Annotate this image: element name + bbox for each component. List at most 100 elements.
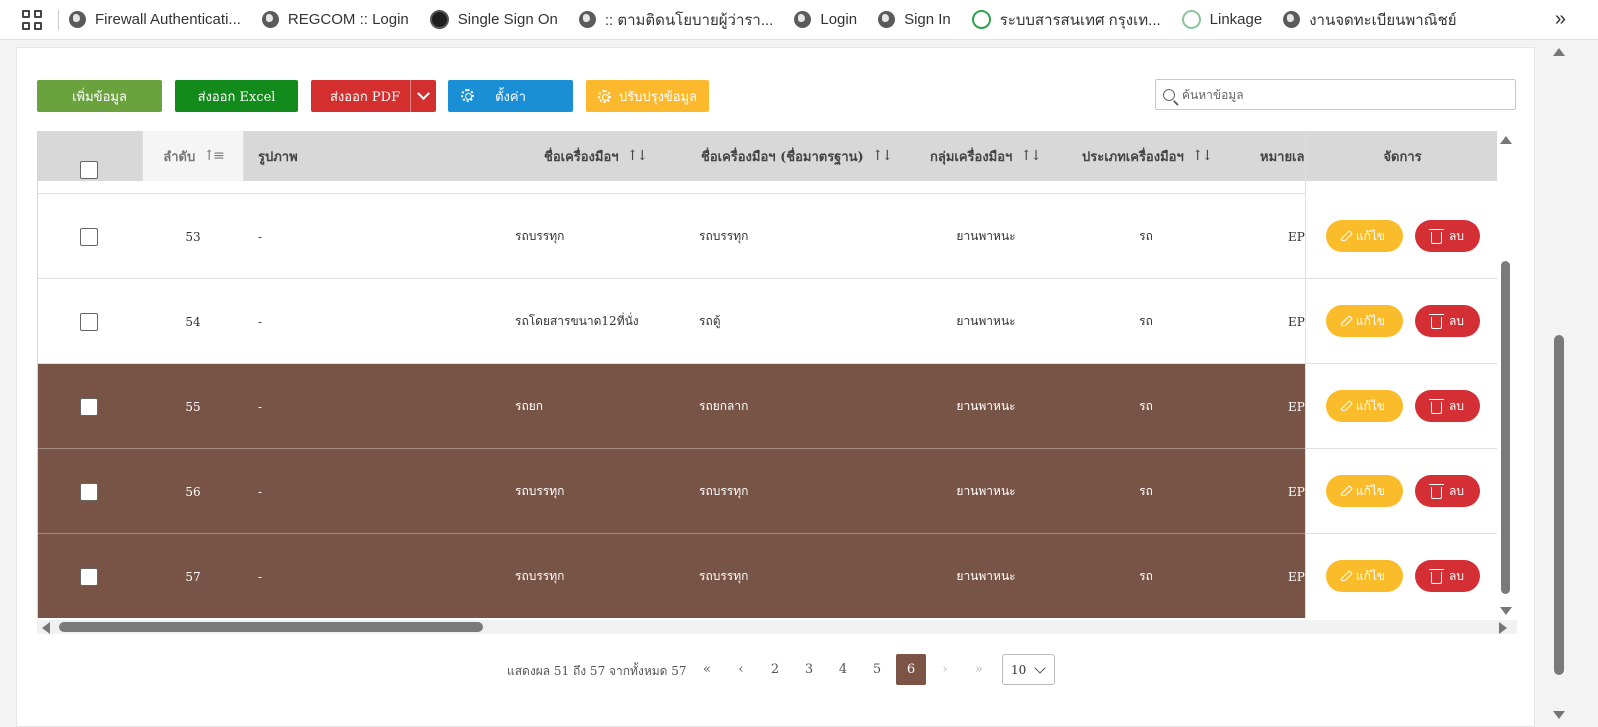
export-excel-button[interactable]: ส่งออก Excel bbox=[175, 80, 298, 112]
scroll-up-icon[interactable] bbox=[1500, 136, 1512, 144]
search-box[interactable] bbox=[1155, 79, 1516, 110]
globe-icon bbox=[794, 11, 812, 28]
edit-button[interactable]: แก้ไข bbox=[1326, 305, 1403, 337]
row-checkbox[interactable] bbox=[80, 194, 98, 279]
bookmark-linkage[interactable]: Linkage bbox=[1181, 10, 1262, 29]
page-button-active[interactable]: 6 bbox=[896, 654, 926, 685]
edit-button[interactable]: แก้ไข bbox=[1326, 390, 1403, 422]
chevron-down-icon[interactable] bbox=[410, 80, 436, 112]
edit-button[interactable]: แก้ไข bbox=[1326, 475, 1403, 507]
delete-button[interactable]: ลบ bbox=[1415, 560, 1480, 592]
scroll-left-icon[interactable] bbox=[42, 622, 50, 634]
cell-image: - bbox=[258, 399, 263, 414]
delete-button[interactable]: ลบ bbox=[1415, 390, 1480, 422]
page-vertical-scrollbar[interactable] bbox=[1548, 40, 1568, 727]
edit-button[interactable]: แก้ไข bbox=[1326, 220, 1403, 252]
bookmark-label: งานจดทะเบียนพาณิชย์ bbox=[1309, 11, 1457, 29]
table-row-selected[interactable]: 57 - รถบรรทุก รถบรรทุก ยานพาหนะ รถ EP2 bbox=[38, 534, 1497, 618]
column-header-std-name[interactable]: ชื่อเครื่องมือฯ (ชื่อมาตรฐาน) ↑↓ bbox=[701, 131, 893, 181]
scroll-right-icon[interactable] bbox=[1499, 622, 1507, 634]
page-button[interactable]: 2 bbox=[760, 654, 790, 685]
last-page-button[interactable]: » bbox=[964, 654, 994, 685]
delete-button[interactable]: ลบ bbox=[1415, 475, 1480, 507]
sort-icon: ↑↓ bbox=[1191, 148, 1214, 164]
bookmark-bangkok-info[interactable]: ระบบสารสนเทศ กรุงเท... bbox=[971, 8, 1161, 32]
cell-type: รถ bbox=[1139, 484, 1153, 498]
pagination: แสดงผล 51 ถึง 57 จากทั้งหมด 57 « ‹ 2 3 4… bbox=[17, 654, 1536, 685]
bookmark-login[interactable]: Login bbox=[794, 11, 857, 28]
pencil-icon bbox=[1340, 229, 1353, 243]
bookmark-sso[interactable]: Single Sign On bbox=[429, 10, 558, 29]
emblem-icon bbox=[429, 10, 449, 29]
page-button[interactable]: 4 bbox=[828, 654, 858, 685]
cell-serial: EP2 bbox=[1288, 399, 1305, 414]
bookmarks-separator bbox=[58, 9, 59, 30]
cell-seq: 57 bbox=[185, 569, 201, 584]
column-header-type[interactable]: ประเภทเครื่องมือฯ ↑↓ bbox=[1082, 131, 1214, 181]
column-header-serial[interactable]: หมายเล bbox=[1260, 131, 1304, 181]
row-checkbox[interactable] bbox=[80, 364, 98, 449]
row-checkbox[interactable] bbox=[80, 534, 98, 618]
edit-label: แก้ไข bbox=[1355, 228, 1386, 243]
cell-type: รถ bbox=[1139, 569, 1153, 583]
update-data-button[interactable]: ปรับปรุงข้อมูล bbox=[586, 80, 709, 112]
scrollbar-thumb[interactable] bbox=[59, 622, 483, 632]
scrollbar-thumb[interactable] bbox=[1554, 335, 1564, 675]
cell-image: - bbox=[258, 229, 263, 244]
scrollbar-thumb[interactable] bbox=[1501, 261, 1510, 594]
scroll-up-icon[interactable] bbox=[1553, 48, 1565, 56]
table-row[interactable]: 53 - รถบรรทุก รถบรรทุก ยานพาหนะ รถ EP2 bbox=[38, 194, 1497, 279]
export-pdf-label: ส่งออก PDF bbox=[330, 89, 401, 105]
apps-grid-icon[interactable] bbox=[22, 9, 42, 30]
table-header: ลำดับ ↑≡ รูปภาพ ชื่อเครื่องมือฯ ↑↓ ชื่อเคร… bbox=[38, 131, 1497, 181]
trash-icon bbox=[1429, 483, 1444, 499]
table-vertical-scrollbar[interactable] bbox=[1499, 136, 1513, 615]
delete-button[interactable]: ลบ bbox=[1415, 220, 1480, 252]
bookmark-signin[interactable]: Sign In bbox=[878, 11, 951, 28]
select-all-checkbox[interactable] bbox=[80, 145, 98, 195]
linkage-icon bbox=[1181, 10, 1201, 29]
bookmark-regcom[interactable]: REGCOM :: Login bbox=[261, 11, 409, 28]
scroll-down-icon[interactable] bbox=[1500, 607, 1512, 615]
first-page-button[interactable]: « bbox=[692, 654, 722, 685]
next-page-button[interactable]: › bbox=[930, 654, 960, 685]
table-row-selected[interactable]: 56 - รถบรรทุก รถบรรทุก ยานพาหนะ รถ EP2 bbox=[38, 449, 1497, 534]
column-header-image: รูปภาพ bbox=[258, 131, 298, 181]
page-size-select[interactable]: 10 bbox=[1002, 654, 1055, 685]
cell-type: รถ bbox=[1139, 229, 1153, 243]
add-data-button[interactable]: เพิ่มข้อมูล bbox=[37, 80, 162, 112]
column-header-seq[interactable]: ลำดับ ↑≡ bbox=[142, 131, 244, 181]
row-checkbox[interactable] bbox=[80, 449, 98, 534]
bookmark-commerce[interactable]: งานจดทะเบียนพาณิชย์ bbox=[1283, 8, 1457, 32]
bookmark-policy[interactable]: :: ตามติดนโยบายผู้ว่ารา... bbox=[578, 8, 773, 32]
export-pdf-button[interactable]: ส่งออก PDF bbox=[311, 80, 436, 112]
edit-button[interactable]: แก้ไข bbox=[1326, 560, 1403, 592]
bookmarks-more-icon[interactable]: » bbox=[1555, 8, 1566, 31]
cell-image: - bbox=[258, 314, 263, 329]
cell-name: รถโดยสารขนาด12ที่นั่ง bbox=[515, 314, 639, 328]
table-row-selected[interactable]: 55 - รถยก รถยกลาก ยานพาหนะ รถ EP2 bbox=[38, 364, 1497, 449]
delete-button[interactable]: ลบ bbox=[1415, 305, 1480, 337]
scroll-down-icon[interactable] bbox=[1553, 711, 1565, 719]
settings-button[interactable]: ตั้งค่า bbox=[448, 80, 573, 112]
bookmark-firewall[interactable]: Firewall Authenticati... bbox=[69, 11, 241, 28]
table-row[interactable]: 54 - รถโดยสารขนาด12ที่นั่ง รถตู้ ยานพาหน… bbox=[38, 279, 1497, 364]
cell-name: รถยก bbox=[515, 399, 544, 413]
delete-label: ลบ bbox=[1449, 313, 1464, 328]
column-header-name[interactable]: ชื่อเครื่องมือฯ ↑↓ bbox=[544, 131, 648, 181]
actions-cell: แก้ไข ลบ bbox=[1306, 364, 1497, 449]
page-button[interactable]: 3 bbox=[794, 654, 824, 685]
edit-label: แก้ไข bbox=[1355, 398, 1386, 413]
prev-page-button[interactable]: ‹ bbox=[726, 654, 756, 685]
actions-cell: แก้ไข ลบ bbox=[1306, 194, 1497, 279]
row-checkbox[interactable] bbox=[80, 279, 98, 364]
search-icon bbox=[1163, 88, 1175, 101]
cell-serial: EP2 bbox=[1288, 484, 1305, 499]
search-input[interactable] bbox=[1182, 87, 1502, 102]
page-button[interactable]: 5 bbox=[862, 654, 892, 685]
column-header-group[interactable]: กลุ่มเครื่องมือฯ ↑↓ bbox=[930, 131, 1042, 181]
table-horizontal-scrollbar[interactable] bbox=[37, 620, 1517, 634]
edit-label: แก้ไข bbox=[1355, 313, 1386, 328]
trash-icon bbox=[1429, 313, 1444, 329]
delete-label: ลบ bbox=[1449, 398, 1464, 413]
